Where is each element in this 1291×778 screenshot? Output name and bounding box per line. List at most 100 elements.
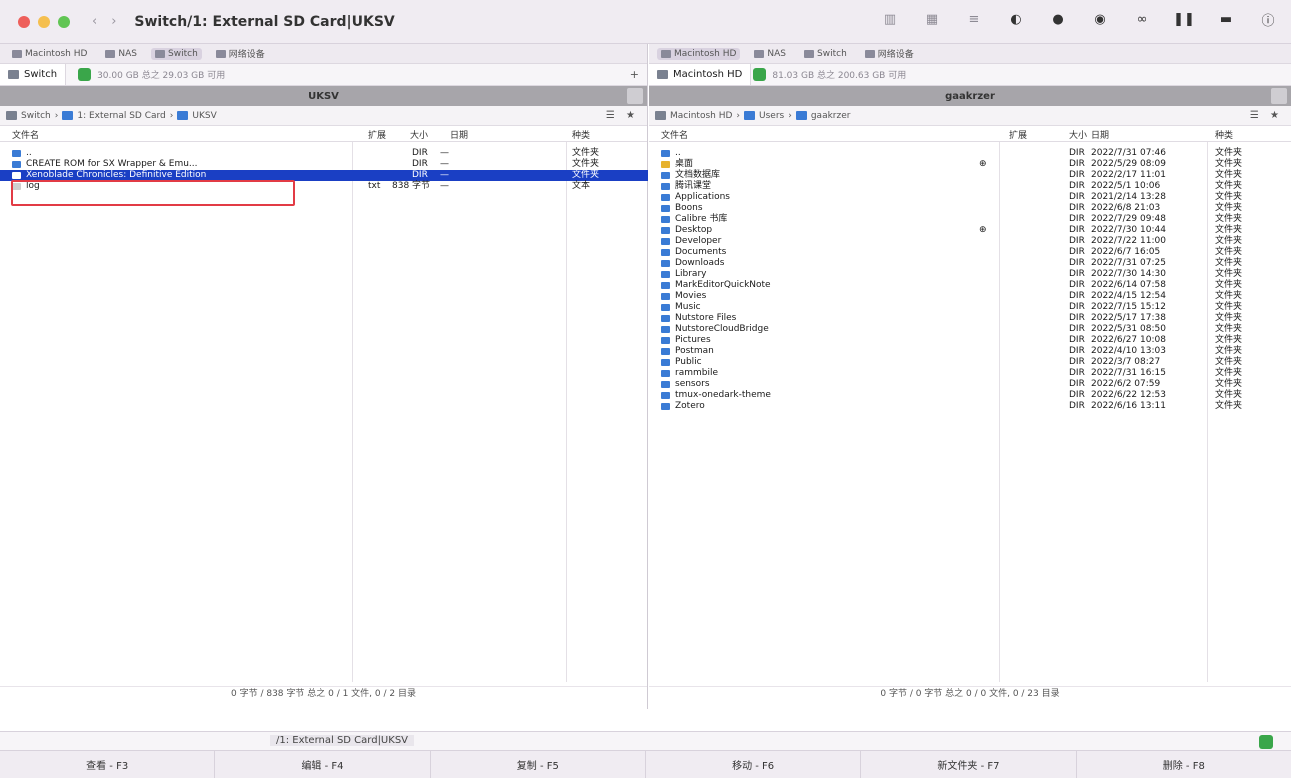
table-row[interactable]: Boons DIR 2022/6/8 21:03 文件夹 [649,203,1291,214]
left-fav-nas[interactable]: NAS [101,48,141,60]
column-name-header[interactable]: 文件名 [12,128,39,141]
left-fav-macintosh-hd[interactable]: Macintosh HD [8,48,91,60]
column-kind-header[interactable]: 种类 [572,128,590,141]
breadcrumb-item[interactable]: Users [759,111,784,121]
breadcrumb-item[interactable]: Macintosh HD [670,111,732,121]
table-row[interactable]: sensors DIR 2022/6/2 07:59 文件夹 [649,379,1291,390]
table-row[interactable]: Desktop ⊕ DIR 2022/7/30 10:44 文件夹 [649,225,1291,236]
forward-button[interactable]: › [111,14,116,29]
right-folder-header: gaakrzer [649,86,1291,106]
left-folder-header: UKSV [0,86,647,106]
right-path-actions[interactable]: ☰ ★ [1250,110,1283,121]
table-row[interactable]: Pictures DIR 2022/6/27 10:08 文件夹 [649,335,1291,346]
left-tab-switch[interactable]: Switch [0,64,67,85]
delete-f8-button[interactable]: 删除 - F8 [1077,751,1291,778]
column-name-header[interactable]: 文件名 [661,128,688,141]
view-f3-button[interactable]: 查看 - F3 [0,751,216,778]
grid-view-icon[interactable]: ▦ [923,10,941,28]
minimize-window-button[interactable] [38,15,50,28]
right-fav-switch[interactable]: Switch [800,48,851,60]
add-tab-button[interactable]: + [630,68,639,81]
right-fav-nas[interactable]: NAS [750,48,790,60]
table-row[interactable]: Public DIR 2022/3/7 08:27 文件夹 [649,357,1291,368]
edit-f4-button[interactable]: 编辑 - F4 [215,751,431,778]
left-breadcrumb: Switch › 1: External SD Card › UKSV ☰ ★ [0,106,647,126]
terminal-button[interactable] [1259,735,1273,749]
column-date-header[interactable]: 日期 [1091,128,1109,141]
folder-icon [661,348,670,355]
table-row[interactable]: 腾讯课堂 DIR 2022/5/1 10:06 文件夹 [649,181,1291,192]
right-status-bar: 0 字节 / 0 字节 总之 0 / 0 文件, 0 / 23 目录 [649,686,1291,700]
table-row[interactable]: Developer DIR 2022/7/22 11:00 文件夹 [649,236,1291,247]
column-ext-header[interactable]: 扩展 [368,128,386,141]
function-key-bar: 查看 - F3 编辑 - F4 复制 - F5 移动 - F6 新文件夹 - F… [0,751,1291,778]
column-size-header[interactable]: 大小 [410,128,428,141]
folder-icon [661,216,670,223]
folder-icon [661,381,670,388]
eye-icon[interactable]: ◉ [1091,10,1109,28]
table-row-selected[interactable]: Xenoblade Chronicles: Definitive Edition… [0,170,648,181]
breadcrumb-item[interactable]: 1: External SD Card [77,111,165,121]
table-row[interactable]: Zotero DIR 2022/6/16 13:11 文件夹 [649,401,1291,412]
table-row[interactable]: Movies DIR 2022/4/15 12:54 文件夹 [649,291,1291,302]
left-fav-switch[interactable]: Switch [151,47,202,60]
column-kind-header[interactable]: 种类 [1215,128,1233,141]
column-size-header[interactable]: 大小 [1069,128,1087,141]
close-window-button[interactable] [18,15,30,28]
right-fav-macintosh-hd[interactable]: Macintosh HD [657,47,741,60]
table-row[interactable]: Downloads DIR 2022/7/31 07:25 文件夹 [649,258,1291,269]
table-row[interactable]: Library DIR 2022/7/30 14:30 文件夹 [649,269,1291,280]
table-row[interactable]: rammbile DIR 2022/7/31 16:15 文件夹 [649,368,1291,379]
toggle-icon[interactable]: ◐ [1007,10,1025,28]
folder-icon [661,183,670,190]
right-header-button[interactable] [1271,88,1287,104]
toolbar: ▥ ▦ ≡ ◐ ● ◉ ∞ ❚❚ ▬ ⓘ [881,10,1277,29]
column-ext-header[interactable]: 扩展 [1009,128,1027,141]
table-row[interactable]: NutstoreCloudBridge DIR 2022/5/31 08:50 文件夹 [649,324,1291,335]
table-row[interactable]: tmux-onedark-theme DIR 2022/6/22 12:53 文件夹 [649,390,1291,401]
dot-icon[interactable]: ● [1049,10,1067,28]
table-row[interactable]: Nutstore Files DIR 2022/5/17 17:38 文件夹 [649,313,1291,324]
left-path-actions[interactable]: ☰ ★ [606,110,639,121]
table-row[interactable]: 桌面 ⊕ DIR 2022/5/29 08:09 文件夹 [649,159,1291,170]
pause-icon[interactable]: ❚❚ [1173,10,1195,28]
move-f6-button[interactable]: 移动 - F6 [646,751,862,778]
binoculars-icon[interactable]: ∞ [1133,10,1151,28]
table-row[interactable]: MarkEditorQuickNote DIR 2022/6/14 07:58 文件夹 [649,280,1291,291]
right-favorites-bar: Macintosh HD NAS Switch 网络设备 [649,44,1291,64]
table-row[interactable]: .. DIR — 文件夹 [0,148,648,159]
network-icon [215,49,226,58]
column-date-header[interactable]: 日期 [450,128,468,141]
table-row[interactable]: Calibre 书库 DIR 2022/7/29 09:48 文件夹 [649,214,1291,225]
server-icon[interactable]: ▬ [1217,10,1235,28]
table-row[interactable]: log txt 838 字节 — 文本 [0,181,648,192]
table-row[interactable]: .. DIR 2022/7/31 07:46 文件夹 [649,148,1291,159]
copy-f5-button[interactable]: 复制 - F5 [431,751,646,778]
back-button[interactable]: ‹ [92,14,97,29]
columns-view-icon[interactable]: ▥ [881,10,899,28]
folder-icon [661,205,670,212]
left-fav-network[interactable]: 网络设备 [212,46,269,61]
window-title: Switch/1: External SD Card|UKSV [134,13,395,30]
table-row[interactable]: CREATE ROM for SX Wrapper & Emu... DIR —… [0,159,648,170]
table-row[interactable]: 文档数据库 DIR 2022/2/17 11:01 文件夹 [649,170,1291,181]
table-row[interactable]: Music DIR 2022/7/15 15:12 文件夹 [649,302,1291,313]
left-header-button[interactable] [627,88,643,104]
folder-icon [661,403,670,410]
list-view-icon[interactable]: ≡ [965,10,983,28]
breadcrumb-item[interactable]: UKSV [192,111,216,121]
folder-icon [12,172,21,179]
table-row[interactable]: Documents DIR 2022/6/7 16:05 文件夹 [649,247,1291,258]
breadcrumb-item[interactable]: gaakrzer [811,111,851,121]
info-icon[interactable]: ⓘ [1259,10,1277,29]
table-row[interactable]: Postman DIR 2022/4/10 13:03 文件夹 [649,346,1291,357]
folder-icon [661,194,670,201]
new-folder-f7-button[interactable]: 新文件夹 - F7 [861,751,1077,778]
breadcrumb-item[interactable]: Switch [21,111,51,121]
right-fav-network[interactable]: 网络设备 [861,46,918,61]
table-row[interactable]: Applications DIR 2021/2/14 13:28 文件夹 [649,192,1291,203]
folder-icon [795,111,807,120]
drive-icon [661,49,671,58]
right-tab-macintosh-hd[interactable]: Macintosh HD [649,64,752,85]
zoom-window-button[interactable] [58,15,70,28]
